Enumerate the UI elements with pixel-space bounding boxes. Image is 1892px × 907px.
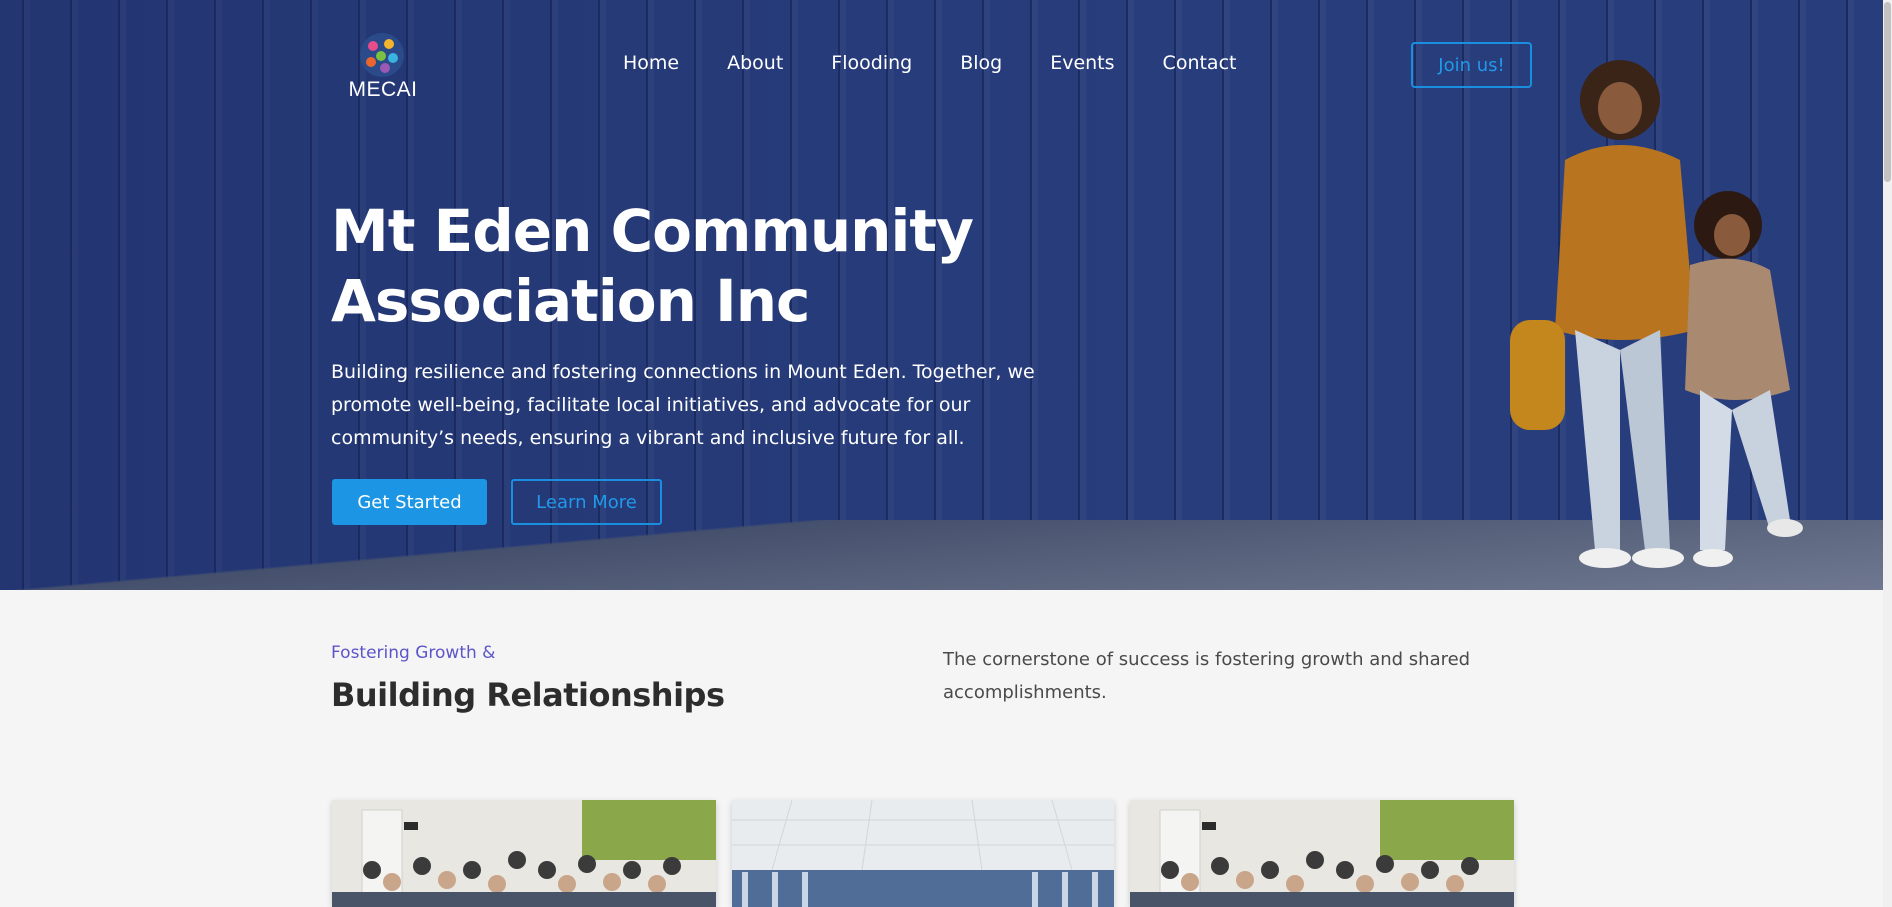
hero-subtitle: Building resilience and fostering connec…	[331, 361, 1035, 449]
section-title: Building Relationships	[331, 676, 725, 714]
main-nav: Home About Flooding Blog Events Contact	[623, 52, 1236, 74]
logo-text: MECAI	[348, 78, 418, 101]
section-text: The cornerstone of success is fostering …	[943, 649, 1471, 703]
scrollbar-thumb[interactable]	[1884, 2, 1891, 182]
hero-title-line1: Mt Eden Community	[331, 197, 974, 265]
section-eyebrow: Fostering Growth &	[331, 643, 496, 663]
join-us-button[interactable]: Join us!	[1411, 42, 1532, 88]
logo-globe-icon	[360, 33, 404, 77]
site-logo[interactable]: MECAI	[347, 30, 419, 102]
group-photo-image	[332, 800, 716, 907]
hero-people-image	[1510, 60, 1803, 568]
page-scrollbar[interactable]	[1883, 0, 1892, 907]
nav-contact[interactable]: Contact	[1163, 52, 1237, 74]
gallery-photo-1[interactable]	[332, 800, 716, 907]
gallery-photo-2[interactable]	[732, 800, 1114, 907]
nav-about[interactable]: About	[727, 52, 783, 74]
gallery-photo-3[interactable]	[1130, 800, 1514, 907]
nav-home[interactable]: Home	[623, 52, 679, 74]
hall-photo-image	[732, 800, 1114, 907]
hero-title-line2: Association Inc	[331, 267, 810, 335]
hero-title: Mt Eden Community Association Inc	[331, 196, 1031, 336]
nav-events[interactable]: Events	[1050, 52, 1114, 74]
learn-more-button[interactable]: Learn More	[511, 479, 662, 525]
nav-blog[interactable]: Blog	[960, 52, 1002, 74]
nav-flooding[interactable]: Flooding	[831, 52, 912, 74]
group-photo-image	[1130, 800, 1514, 907]
get-started-button[interactable]: Get Started	[332, 479, 487, 525]
